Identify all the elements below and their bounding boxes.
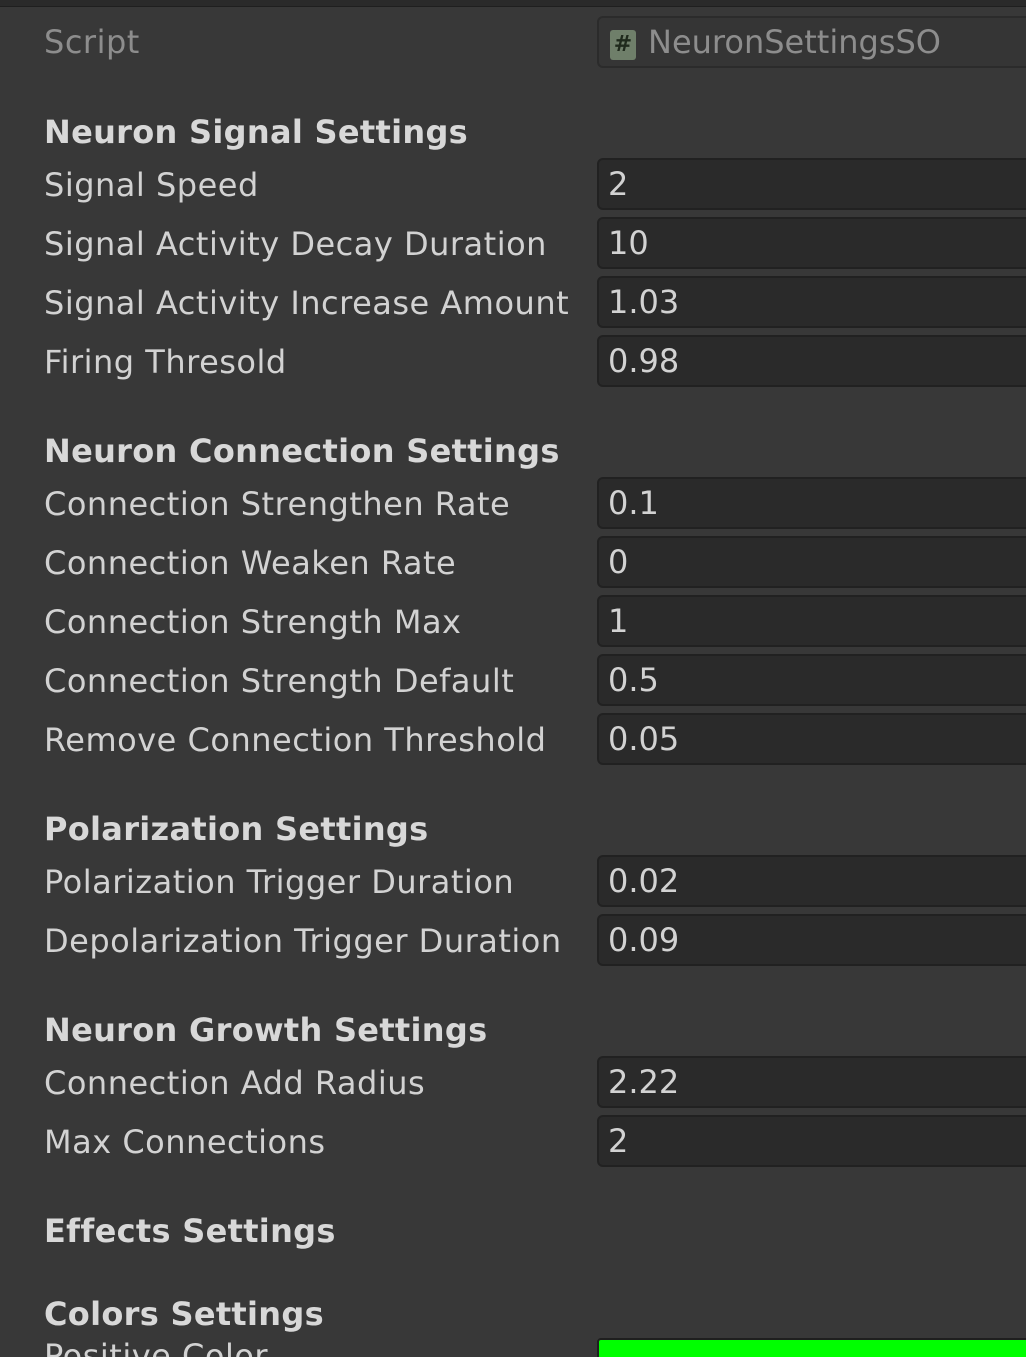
connection-strength-max-label: Connection Strength Max bbox=[44, 603, 462, 641]
remove-connection-threshold-field[interactable]: 0.05 bbox=[597, 713, 1026, 765]
signal-speed-field[interactable]: 2 bbox=[597, 158, 1026, 210]
section-header-polarization: Polarization Settings bbox=[44, 810, 429, 848]
polarization-trigger-duration-field[interactable]: 0.02 bbox=[597, 855, 1026, 907]
connection-weaken-rate-field[interactable]: 0 bbox=[597, 536, 1026, 588]
signal-speed-label: Signal Speed bbox=[44, 166, 259, 204]
section-header-effects: Effects Settings bbox=[44, 1212, 336, 1250]
max-connections-field[interactable]: 2 bbox=[597, 1115, 1026, 1167]
signal-activity-decay-duration-label: Signal Activity Decay Duration bbox=[44, 225, 547, 263]
section-header-connection: Neuron Connection Settings bbox=[44, 432, 560, 470]
script-value: NeuronSettingsSO bbox=[648, 23, 941, 61]
section-header-signal: Neuron Signal Settings bbox=[44, 113, 469, 151]
script-label: Script bbox=[44, 23, 140, 61]
connection-strength-max-field[interactable]: 1 bbox=[597, 595, 1026, 647]
polarization-trigger-duration-label: Polarization Trigger Duration bbox=[44, 863, 515, 901]
firing-threshold-label: Firing Thresold bbox=[44, 343, 287, 381]
connection-strength-default-label: Connection Strength Default bbox=[44, 662, 515, 700]
positive-color-label: Positive Color bbox=[44, 1337, 269, 1357]
connection-add-radius-label: Connection Add Radius bbox=[44, 1064, 426, 1102]
remove-connection-threshold-label: Remove Connection Threshold bbox=[44, 721, 547, 759]
connection-strengthen-rate-label: Connection Strengthen Rate bbox=[44, 485, 511, 523]
section-header-colors: Colors Settings bbox=[44, 1295, 324, 1333]
max-connections-label: Max Connections bbox=[44, 1123, 326, 1161]
connection-strengthen-rate-field[interactable]: 0.1 bbox=[597, 477, 1026, 529]
top-divider bbox=[0, 0, 1026, 7]
connection-weaken-rate-label: Connection Weaken Rate bbox=[44, 544, 457, 582]
connection-strength-default-field[interactable]: 0.5 bbox=[597, 654, 1026, 706]
firing-threshold-field[interactable]: 0.98 bbox=[597, 335, 1026, 387]
signal-activity-increase-amount-label: Signal Activity Increase Amount bbox=[44, 284, 570, 322]
positive-color-swatch[interactable] bbox=[597, 1338, 1026, 1357]
depolarization-trigger-duration-field[interactable]: 0.09 bbox=[597, 914, 1026, 966]
section-header-growth: Neuron Growth Settings bbox=[44, 1011, 488, 1049]
signal-activity-increase-amount-field[interactable]: 1.03 bbox=[597, 276, 1026, 328]
script-hash-icon: # bbox=[610, 30, 636, 60]
depolarization-trigger-duration-label: Depolarization Trigger Duration bbox=[44, 922, 562, 960]
signal-activity-decay-duration-field[interactable]: 10 bbox=[597, 217, 1026, 269]
script-field[interactable]: # NeuronSettingsSO bbox=[597, 16, 1026, 68]
connection-add-radius-field[interactable]: 2.22 bbox=[597, 1056, 1026, 1108]
